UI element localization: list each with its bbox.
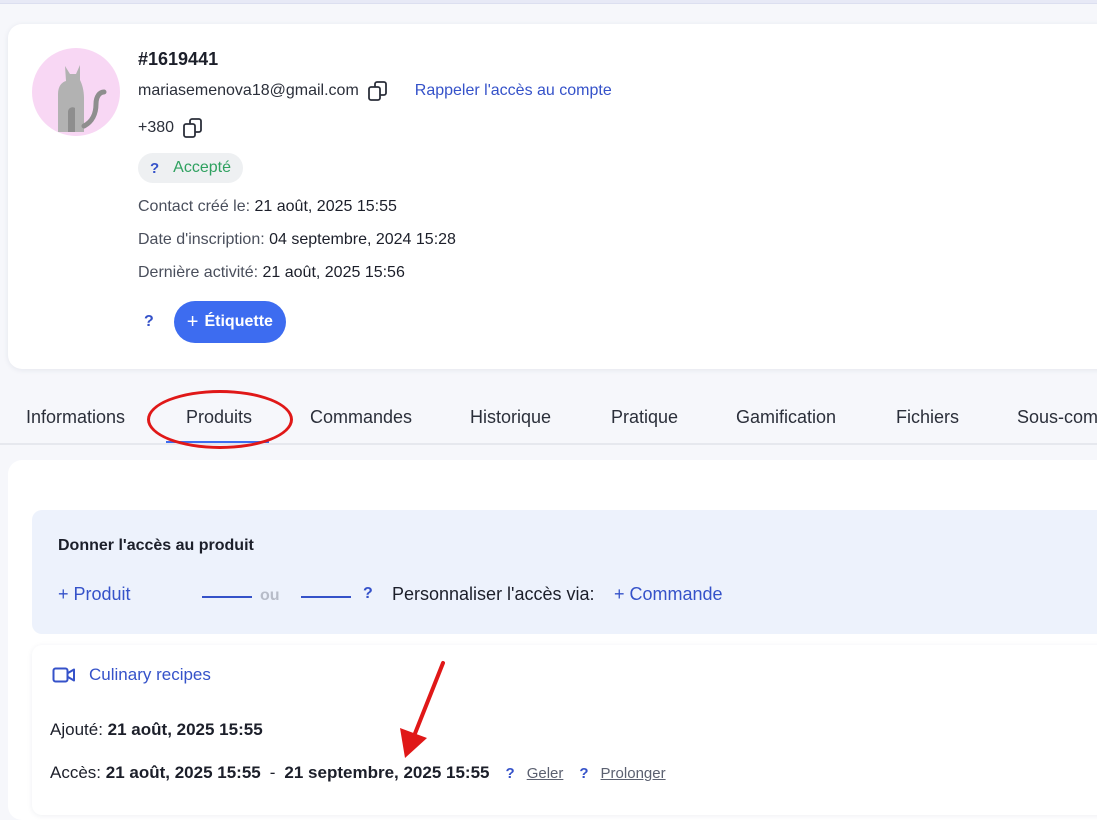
- product-added: Ajouté: 21 août, 2025 15:55: [50, 720, 263, 740]
- copy-icon[interactable]: [367, 80, 389, 102]
- add-tag-label: Étiquette: [204, 313, 273, 330]
- access-start: 21 août, 2025 15:55: [105, 763, 261, 782]
- product-added-label: Ajouté:: [50, 720, 103, 739]
- tab-sous-comptes[interactable]: Sous-com: [1017, 407, 1097, 428]
- top-divider: [0, 0, 1097, 4]
- freeze-link[interactable]: Geler: [527, 765, 564, 782]
- tab-fichiers[interactable]: Fichiers: [896, 407, 959, 428]
- tab-informations[interactable]: Informations: [26, 407, 125, 428]
- divider-line: [301, 596, 351, 598]
- tab-gamification[interactable]: Gamification: [736, 407, 836, 428]
- add-order-link[interactable]: + Commande: [614, 584, 723, 605]
- product-title-row[interactable]: Culinary recipes: [52, 665, 211, 685]
- divider-line: [202, 596, 252, 598]
- tab-commandes[interactable]: Commandes: [310, 407, 412, 428]
- status-text: Accepté: [173, 159, 231, 176]
- tag-row: ? + Étiquette: [144, 301, 286, 343]
- plus-icon: +: [186, 311, 199, 333]
- registration-date-label: Date d'inscription:: [138, 231, 265, 248]
- tab-historique[interactable]: Historique: [470, 407, 551, 428]
- grant-access-box: Donner l'accès au produit + Produit ou ?…: [32, 510, 1097, 634]
- video-icon: [52, 665, 76, 685]
- last-activity-label: Dernière activité:: [138, 264, 259, 281]
- recall-account-access-link[interactable]: Rappeler l'accès au compte: [415, 82, 612, 100]
- add-product-link[interactable]: + Produit: [58, 584, 131, 605]
- email-row: mariasemenova18@gmail.com Rappeler l'acc…: [138, 80, 612, 102]
- phone-row: +380: [138, 117, 204, 139]
- add-tag-button[interactable]: + Étiquette: [173, 301, 286, 343]
- copy-icon[interactable]: [182, 117, 204, 139]
- registration-date: Date d'inscription: 04 septembre, 2024 1…: [138, 231, 456, 249]
- access-separator: -: [269, 763, 276, 782]
- avatar: [32, 48, 120, 136]
- registration-date-value: 04 septembre, 2024 15:28: [269, 231, 456, 248]
- product-card: Culinary recipes Ajouté: 21 août, 2025 1…: [32, 645, 1097, 815]
- contact-phone: +380: [138, 119, 175, 136]
- product-title[interactable]: Culinary recipes: [89, 665, 211, 685]
- annotation-ellipse: [147, 390, 293, 449]
- help-icon[interactable]: ?: [579, 765, 588, 782]
- contact-id: #1619441: [138, 49, 219, 69]
- product-added-value: 21 août, 2025 15:55: [107, 720, 263, 739]
- access-end: 21 septembre, 2025 15:55: [284, 763, 490, 782]
- last-activity-value: 21 août, 2025 15:56: [262, 264, 405, 281]
- grant-access-title: Donner l'accès au produit: [58, 537, 254, 554]
- last-activity: Dernière activité: 21 août, 2025 15:56: [138, 264, 405, 282]
- cat-avatar-icon: [58, 65, 107, 132]
- help-icon[interactable]: ?: [506, 765, 515, 782]
- contact-created-label: Contact créé le:: [138, 198, 251, 215]
- contact-email: mariasemenova18@gmail.com: [138, 82, 359, 99]
- contact-created-value: 21 août, 2025 15:55: [254, 198, 397, 215]
- personalize-access-label: Personnaliser l'accès via:: [392, 584, 595, 604]
- product-access: Accès: 21 août, 2025 15:55 - 21 septembr…: [50, 763, 666, 783]
- contact-profile-card: #1619441 mariasemenova18@gmail.com Rappe…: [8, 24, 1097, 369]
- product-access-label: Accès:: [50, 763, 102, 782]
- help-icon[interactable]: ?: [150, 160, 159, 177]
- status-badge: ? Accepté: [138, 153, 243, 183]
- tab-pratique[interactable]: Pratique: [611, 407, 678, 428]
- help-icon[interactable]: ?: [144, 313, 154, 331]
- or-separator: ou: [260, 587, 280, 604]
- grant-access-row: + Produit ou ? Personnaliser l'accès via…: [58, 584, 818, 608]
- extend-link[interactable]: Prolonger: [601, 765, 666, 782]
- help-icon[interactable]: ?: [363, 585, 373, 603]
- contact-created: Contact créé le: 21 août, 2025 15:55: [138, 198, 397, 216]
